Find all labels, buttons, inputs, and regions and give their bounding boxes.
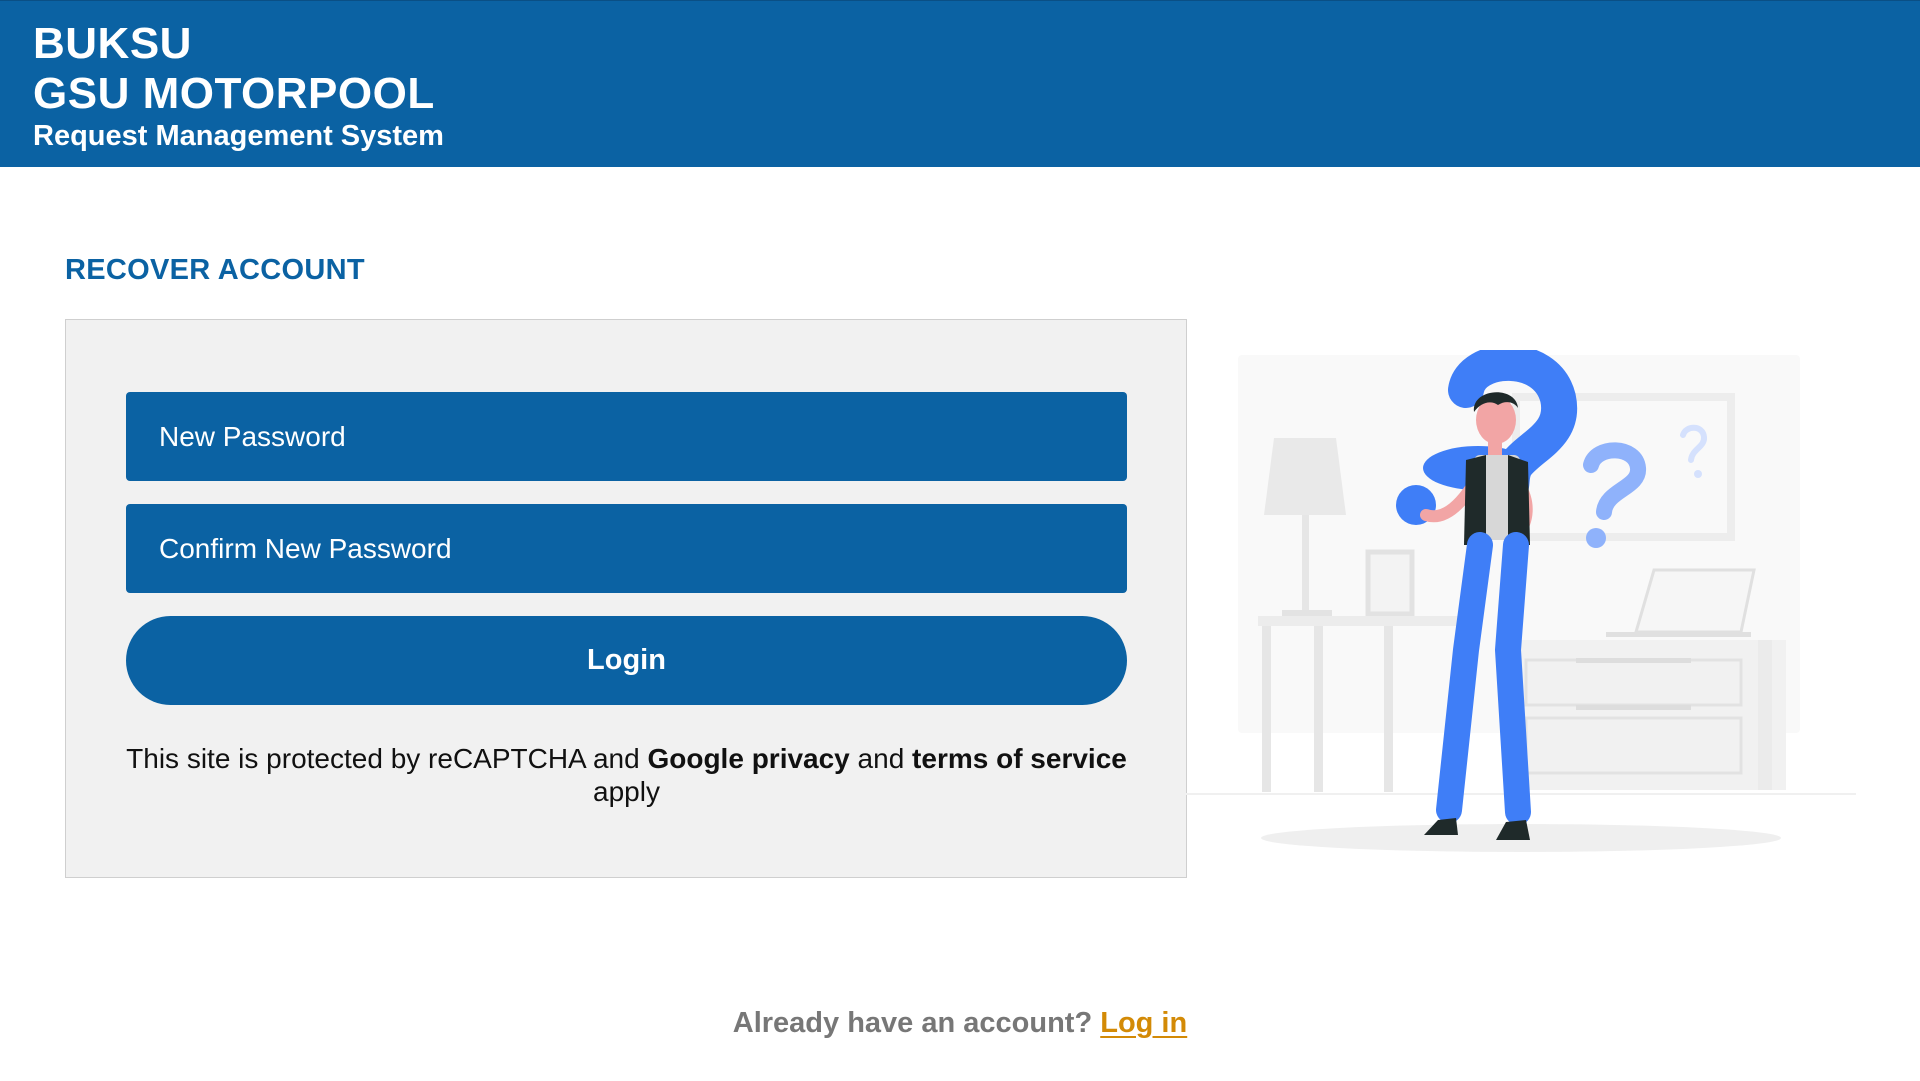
recaptcha-middle: and [849, 743, 913, 774]
confirm-password-input[interactable] [157, 531, 1127, 566]
recaptcha-prefix: This site is protected by reCAPTCHA and [126, 743, 648, 774]
login-prompt: Already have an account? Log in [0, 1007, 1920, 1040]
brand-subtitle: Request Management System [33, 120, 444, 152]
google-privacy-link[interactable]: Google privacy [647, 743, 849, 774]
recover-form-card: Login This site is protected by reCAPTCH… [65, 319, 1187, 878]
person-question-marks-illustration [1186, 350, 1856, 852]
login-button[interactable]: Login [126, 616, 1127, 705]
app-header: BUKSU GSU MOTORPOOL Request Management S… [0, 0, 1920, 167]
brand-line-1: BUKSU [33, 19, 192, 68]
recaptcha-suffix: apply [593, 776, 660, 807]
brand: BUKSU GSU MOTORPOOL Request Management S… [33, 19, 444, 153]
new-password-field[interactable] [126, 392, 1127, 481]
page-title: RECOVER ACCOUNT [65, 254, 365, 286]
recaptcha-notice: This site is protected by reCAPTCHA and … [126, 742, 1127, 808]
terms-of-service-link[interactable]: terms of service [912, 743, 1127, 774]
login-prompt-text: Already have an account? [732, 1007, 1101, 1039]
confirm-password-field[interactable] [126, 504, 1127, 593]
new-password-input[interactable] [157, 419, 1127, 454]
brand-line-2: GSU MOTORPOOL [33, 69, 435, 118]
log-in-link[interactable]: Log in [1100, 1007, 1187, 1039]
